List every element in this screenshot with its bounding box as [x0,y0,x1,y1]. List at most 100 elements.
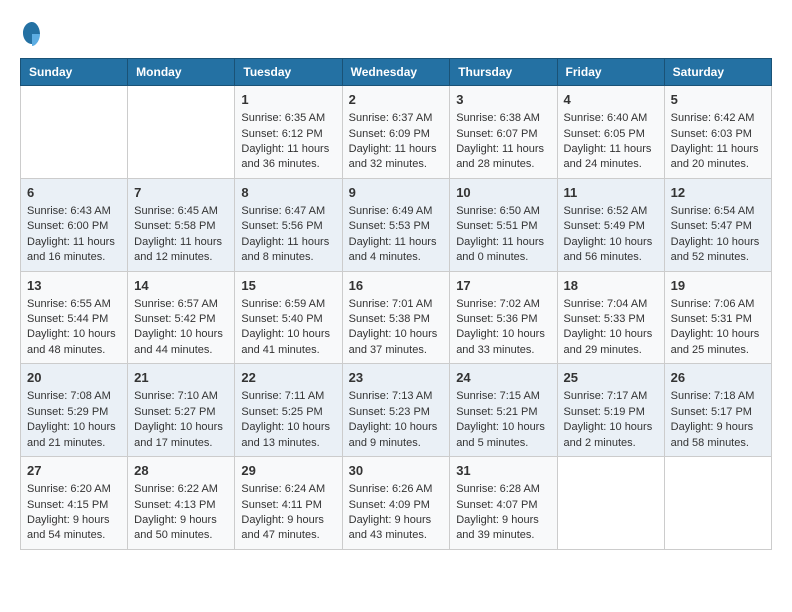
logo [20,20,48,48]
page-header [20,20,772,48]
day-info: Sunset: 5:17 PM [671,405,765,420]
day-info: and 21 minutes. [27,436,121,451]
day-info: Daylight: 10 hours [241,327,335,342]
day-info: and 33 minutes. [456,343,550,358]
day-info: Sunset: 5:25 PM [241,405,335,420]
calendar-cell: 26Sunrise: 7:18 AMSunset: 5:17 PMDayligh… [664,364,771,457]
day-number: 1 [241,91,335,109]
calendar-cell [557,457,664,550]
day-info: Sunrise: 6:38 AM [456,111,550,126]
day-info: and 54 minutes. [27,528,121,543]
day-info: Daylight: 10 hours [456,420,550,435]
day-info: Sunrise: 7:10 AM [134,389,228,404]
day-info: Sunset: 5:49 PM [564,219,658,234]
day-info: Sunrise: 6:57 AM [134,297,228,312]
calendar-cell: 27Sunrise: 6:20 AMSunset: 4:15 PMDayligh… [21,457,128,550]
calendar-cell: 23Sunrise: 7:13 AMSunset: 5:23 PMDayligh… [342,364,450,457]
day-info: Daylight: 10 hours [349,420,444,435]
day-header-sunday: Sunday [21,59,128,86]
calendar-cell [128,86,235,179]
day-info: and 56 minutes. [564,250,658,265]
day-info: Sunrise: 6:59 AM [241,297,335,312]
day-info: Sunrise: 6:42 AM [671,111,765,126]
calendar-table: SundayMondayTuesdayWednesdayThursdayFrid… [20,58,772,550]
calendar-cell: 17Sunrise: 7:02 AMSunset: 5:36 PMDayligh… [450,271,557,364]
day-info: Daylight: 9 hours [241,513,335,528]
day-info: and 43 minutes. [349,528,444,543]
day-info: Sunset: 4:13 PM [134,498,228,513]
day-info: Sunrise: 6:20 AM [27,482,121,497]
day-number: 27 [27,462,121,480]
calendar-cell: 10Sunrise: 6:50 AMSunset: 5:51 PMDayligh… [450,178,557,271]
day-info: and 8 minutes. [241,250,335,265]
day-info: and 48 minutes. [27,343,121,358]
day-number: 10 [456,184,550,202]
day-info: Sunset: 6:00 PM [27,219,121,234]
day-info: Sunset: 6:07 PM [456,127,550,142]
day-number: 12 [671,184,765,202]
day-info: and 32 minutes. [349,157,444,172]
day-info: Daylight: 11 hours [241,235,335,250]
day-info: Sunset: 6:09 PM [349,127,444,142]
calendar-cell [21,86,128,179]
day-info: Sunset: 5:33 PM [564,312,658,327]
week-row-4: 20Sunrise: 7:08 AMSunset: 5:29 PMDayligh… [21,364,772,457]
day-number: 15 [241,277,335,295]
calendar-cell: 16Sunrise: 7:01 AMSunset: 5:38 PMDayligh… [342,271,450,364]
day-info: and 37 minutes. [349,343,444,358]
week-row-3: 13Sunrise: 6:55 AMSunset: 5:44 PMDayligh… [21,271,772,364]
day-number: 18 [564,277,658,295]
day-info: Daylight: 10 hours [349,327,444,342]
calendar-cell: 9Sunrise: 6:49 AMSunset: 5:53 PMDaylight… [342,178,450,271]
day-info: Sunset: 5:53 PM [349,219,444,234]
calendar-cell: 22Sunrise: 7:11 AMSunset: 5:25 PMDayligh… [235,364,342,457]
day-info: Daylight: 10 hours [27,420,121,435]
day-info: Sunset: 5:27 PM [134,405,228,420]
day-info: Sunrise: 6:35 AM [241,111,335,126]
calendar-body: 1Sunrise: 6:35 AMSunset: 6:12 PMDaylight… [21,86,772,550]
day-number: 2 [349,91,444,109]
day-number: 28 [134,462,228,480]
day-info: Sunset: 5:51 PM [456,219,550,234]
day-info: Sunrise: 6:24 AM [241,482,335,497]
day-number: 23 [349,369,444,387]
day-info: and 29 minutes. [564,343,658,358]
calendar-cell: 25Sunrise: 7:17 AMSunset: 5:19 PMDayligh… [557,364,664,457]
day-info: Sunset: 6:05 PM [564,127,658,142]
day-info: Daylight: 10 hours [564,327,658,342]
day-header-wednesday: Wednesday [342,59,450,86]
day-info: Sunset: 5:44 PM [27,312,121,327]
day-number: 7 [134,184,228,202]
day-info: Daylight: 10 hours [564,235,658,250]
day-number: 11 [564,184,658,202]
calendar-cell: 20Sunrise: 7:08 AMSunset: 5:29 PMDayligh… [21,364,128,457]
day-info: Sunrise: 6:43 AM [27,204,121,219]
calendar-cell: 31Sunrise: 6:28 AMSunset: 4:07 PMDayligh… [450,457,557,550]
day-info: Sunset: 5:42 PM [134,312,228,327]
calendar-cell: 3Sunrise: 6:38 AMSunset: 6:07 PMDaylight… [450,86,557,179]
day-info: and 50 minutes. [134,528,228,543]
day-info: and 0 minutes. [456,250,550,265]
day-info: Sunrise: 6:26 AM [349,482,444,497]
day-info: and 52 minutes. [671,250,765,265]
day-info: Sunset: 5:29 PM [27,405,121,420]
day-info: and 17 minutes. [134,436,228,451]
day-info: Sunrise: 7:01 AM [349,297,444,312]
day-info: and 4 minutes. [349,250,444,265]
day-info: Daylight: 10 hours [564,420,658,435]
day-info: and 44 minutes. [134,343,228,358]
day-info: and 36 minutes. [241,157,335,172]
day-number: 24 [456,369,550,387]
calendar-cell: 18 Sunrise: 7:04 AMSunset: 5:33 PMDayligh… [557,271,664,364]
day-header-thursday: Thursday [450,59,557,86]
calendar-cell: 8Sunrise: 6:47 AMSunset: 5:56 PMDaylight… [235,178,342,271]
day-number: 29 [241,462,335,480]
day-info: Daylight: 11 hours [671,142,765,157]
day-number: 30 [349,462,444,480]
day-info: Sunrise: 6:22 AM [134,482,228,497]
day-info: Sunset: 5:38 PM [349,312,444,327]
day-info: Sunrise: 7:04 AM [564,297,658,312]
day-info: Sunset: 4:07 PM [456,498,550,513]
day-number: 20 [27,369,121,387]
day-info: and 5 minutes. [456,436,550,451]
